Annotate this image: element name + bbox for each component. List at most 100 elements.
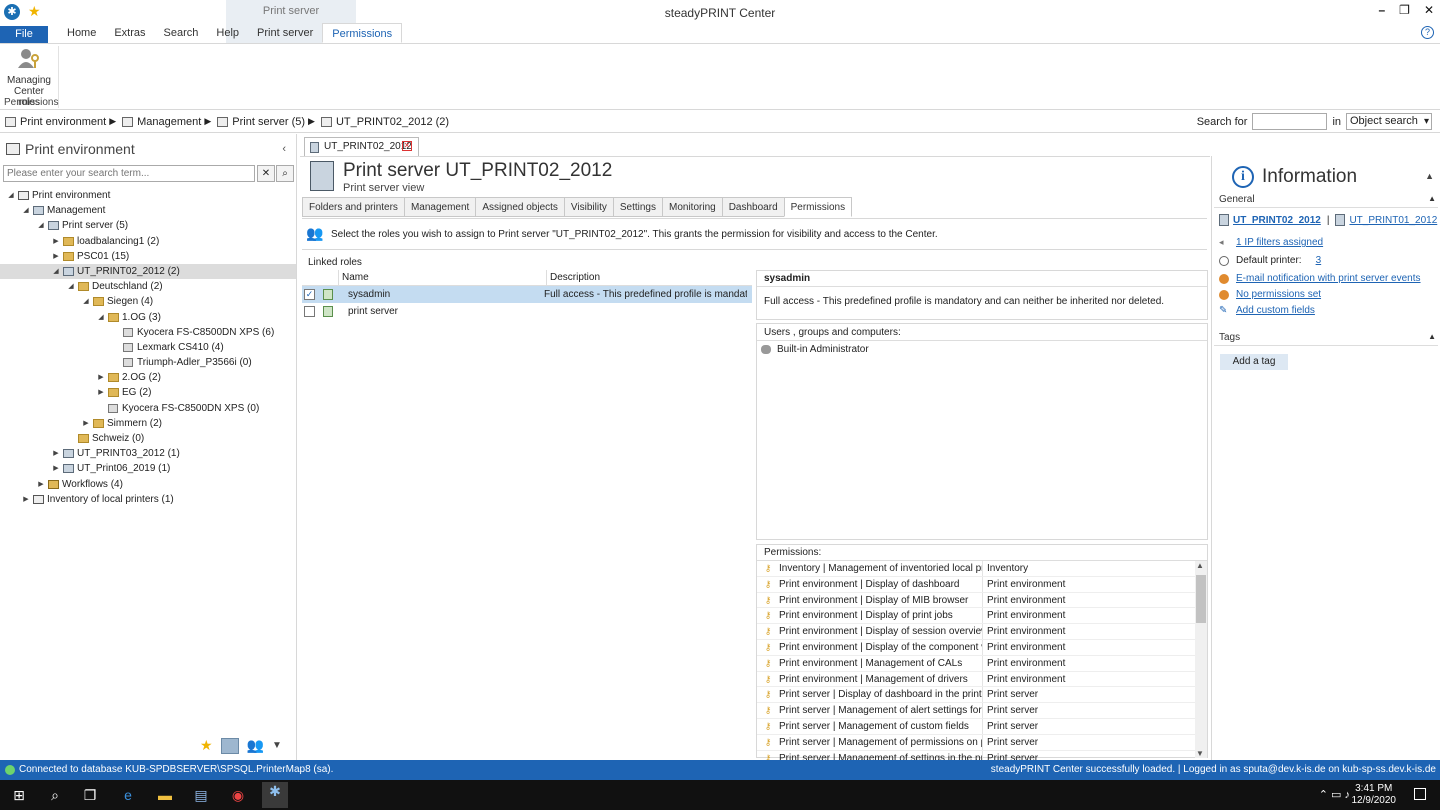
tab-management[interactable]: Management bbox=[403, 197, 477, 217]
expand-arrow-icon[interactable]: ◢ bbox=[36, 218, 46, 233]
expand-arrow-icon[interactable]: ▶ bbox=[51, 234, 61, 249]
chevron-right-icon[interactable]: ▶ bbox=[308, 116, 315, 127]
breadcrumb-item[interactable]: Print server (5) ▶ bbox=[217, 116, 315, 128]
expand-arrow-icon[interactable]: ▶ bbox=[51, 249, 61, 264]
tab-settings[interactable]: Settings bbox=[612, 197, 663, 217]
tree-node[interactable]: ▶ UT_Print06_2019 (1) bbox=[0, 461, 296, 476]
ribbon-tab-search[interactable]: Search bbox=[155, 23, 208, 43]
expand-arrow-icon[interactable]: ▶ bbox=[21, 492, 31, 507]
close-tab-icon[interactable]: ✕ bbox=[402, 141, 412, 151]
expand-arrow-icon[interactable]: ▶ bbox=[81, 416, 91, 431]
ribbon-tab-extras[interactable]: Extras bbox=[105, 23, 154, 43]
tree-node[interactable]: ◢ Print environment bbox=[0, 188, 296, 203]
ribbon-tab-file[interactable]: File bbox=[0, 26, 48, 43]
tab-permissions[interactable]: Permissions bbox=[783, 197, 853, 217]
search-icon[interactable]: ⌕ bbox=[46, 786, 64, 804]
table-row[interactable]: ⚷ Inventory | Management of inventoried l… bbox=[757, 561, 1207, 577]
table-row[interactable]: ⚷ Print server | Management of alert sett… bbox=[757, 703, 1207, 719]
table-row[interactable]: ⚷ Print server | Management of custom fie… bbox=[757, 718, 1207, 735]
server-link-primary[interactable]: UT_PRINT02_2012 bbox=[1233, 215, 1321, 226]
scroll-thumb[interactable] bbox=[1196, 575, 1206, 623]
table-row[interactable]: print server bbox=[302, 303, 752, 320]
table-row[interactable]: ⚷ Print environment | Display of dashboar… bbox=[757, 576, 1207, 593]
list-item[interactable]: Built-in Administrator bbox=[757, 341, 1207, 358]
table-row[interactable]: ⚷ Print environment | Display of MIB brow… bbox=[757, 592, 1207, 609]
favorites-icon[interactable]: ★ bbox=[200, 737, 213, 754]
expand-arrow-icon[interactable]: ▶ bbox=[96, 370, 106, 385]
tree-node[interactable]: Kyocera FS-C8500DN XPS (0) bbox=[0, 401, 296, 416]
tree-node[interactable]: ▶ PSC01 (15) bbox=[0, 249, 296, 264]
chevron-down-icon[interactable]: ▼ bbox=[272, 740, 282, 751]
minimize-icon[interactable]: – bbox=[1378, 3, 1385, 17]
tree-node[interactable]: ▶ 2.OG (2) bbox=[0, 370, 296, 385]
expand-arrow-icon[interactable]: ◢ bbox=[51, 264, 61, 279]
table-row[interactable]: ⚷ Print environment | Management of drive… bbox=[757, 671, 1207, 688]
table-row[interactable]: ✓ sysadmin Full access - This predefined p… bbox=[302, 286, 752, 303]
tree-node[interactable]: ▶ loadbalancing1 (2) bbox=[0, 234, 296, 249]
chrome-icon[interactable]: ◉ bbox=[229, 786, 247, 804]
add-tag-button[interactable]: Add a tag bbox=[1220, 354, 1288, 370]
expand-arrow-icon[interactable]: ▶ bbox=[96, 385, 106, 400]
tree-node[interactable]: Schweiz (0) bbox=[0, 431, 296, 446]
tree-node[interactable]: ▶ Inventory of local printers (1) bbox=[0, 492, 296, 507]
tree-node[interactable]: ◢ Management bbox=[0, 203, 296, 218]
table-row[interactable]: ⚷ Print environment | Management of CALs P… bbox=[757, 655, 1207, 672]
expand-arrow-icon[interactable]: ◢ bbox=[96, 310, 106, 325]
collapse-icon[interactable]: ▲ bbox=[1425, 171, 1434, 181]
close-icon[interactable]: ✕ bbox=[1424, 3, 1434, 17]
column-name[interactable]: Name bbox=[338, 270, 546, 285]
clear-search-icon[interactable]: ✕ bbox=[257, 165, 275, 182]
table-row[interactable]: ⚷ Print environment | Display of session … bbox=[757, 624, 1207, 640]
tree-node[interactable]: ▶ Workflows (4) bbox=[0, 477, 296, 492]
role-checkbox[interactable]: ✓ bbox=[304, 289, 315, 300]
ribbon-tab-home[interactable]: Home bbox=[58, 23, 105, 43]
tree-node[interactable]: ▶ Simmern (2) bbox=[0, 416, 296, 431]
search-icon[interactable]: ⌕ bbox=[276, 165, 294, 182]
help-icon[interactable]: ? bbox=[1421, 26, 1434, 39]
expand-arrow-icon[interactable]: ▶ bbox=[36, 477, 46, 492]
ribbon-tab-permissions[interactable]: Permissions bbox=[322, 23, 403, 43]
table-row[interactable]: ⚷ Print environment | Display of the comp… bbox=[757, 639, 1207, 656]
chevron-right-icon[interactable]: ▶ bbox=[204, 116, 211, 127]
collapse-icon[interactable]: ▲ bbox=[1428, 332, 1436, 341]
file-explorer-icon[interactable]: ▬ bbox=[156, 786, 174, 804]
server-manager-icon[interactable]: ▤ bbox=[192, 786, 210, 804]
tree-node[interactable]: Triumph-Adler_P3566i (0) bbox=[0, 355, 296, 370]
tree-node[interactable]: ◢ Siegen (4) bbox=[0, 294, 296, 309]
object-search-input[interactable] bbox=[1252, 113, 1328, 130]
collapse-icon[interactable]: ▲ bbox=[1428, 194, 1436, 203]
general-section[interactable]: General ▲ bbox=[1214, 194, 1438, 208]
table-row[interactable]: ⚷ Print server | Management of permission… bbox=[757, 734, 1207, 751]
document-tab[interactable]: UT_PRINT02_2012 ✕ bbox=[304, 137, 419, 156]
table-row[interactable]: ⚷ Print environment | Display of print jo… bbox=[757, 608, 1207, 625]
tab-monitoring[interactable]: Monitoring bbox=[662, 197, 723, 217]
steadyprint-taskbar-icon[interactable]: ✱ bbox=[262, 782, 288, 808]
tab-folders-and-printers[interactable]: Folders and printers bbox=[302, 197, 405, 217]
expand-arrow-icon[interactable]: ◢ bbox=[81, 294, 91, 309]
edge-browser-icon[interactable]: e bbox=[119, 786, 137, 804]
add-custom-fields-link[interactable]: Add custom fields bbox=[1236, 305, 1315, 316]
tree-node[interactable]: ◢ 1.OG (3) bbox=[0, 310, 296, 325]
windows-start-icon[interactable]: ⊞ bbox=[10, 786, 28, 804]
email-notification-link[interactable]: E-mail notification with print server ev… bbox=[1236, 273, 1421, 284]
tree-node[interactable]: Kyocera FS-C8500DN XPS (6) bbox=[0, 325, 296, 340]
table-row[interactable]: ⚷ Print server | Display of dashboard in … bbox=[757, 687, 1207, 704]
expand-arrow-icon[interactable]: ▶ bbox=[51, 446, 61, 461]
tree-node[interactable]: ▶ EG (2) bbox=[0, 385, 296, 400]
chevron-right-icon[interactable]: ▶ bbox=[109, 116, 116, 127]
tree-node[interactable]: ◢ Deutschland (2) bbox=[0, 279, 296, 294]
search-scope-select[interactable]: Object search bbox=[1346, 113, 1432, 130]
scroll-down-icon[interactable]: ▼ bbox=[1196, 749, 1204, 758]
users-icon[interactable]: 👥 bbox=[247, 737, 264, 754]
tree-search-input[interactable] bbox=[3, 165, 255, 182]
tab-visibility[interactable]: Visibility bbox=[563, 197, 614, 217]
collapse-panel-icon[interactable]: ‹ bbox=[282, 143, 286, 155]
tree-node[interactable]: Lexmark CS410 (4) bbox=[0, 340, 296, 355]
expand-arrow-icon[interactable]: ◢ bbox=[21, 203, 31, 218]
breadcrumb-item[interactable]: UT_PRINT02_2012 (2) bbox=[320, 116, 449, 128]
tree-node[interactable]: ◢ UT_PRINT02_2012 (2) bbox=[0, 263, 296, 280]
permissions-scrollbar[interactable]: ▲ ▼ bbox=[1195, 561, 1207, 758]
task-view-icon[interactable]: ❐ bbox=[81, 786, 99, 804]
notification-icon[interactable] bbox=[1414, 788, 1426, 800]
ribbon-tab-help[interactable]: Help bbox=[207, 23, 248, 43]
